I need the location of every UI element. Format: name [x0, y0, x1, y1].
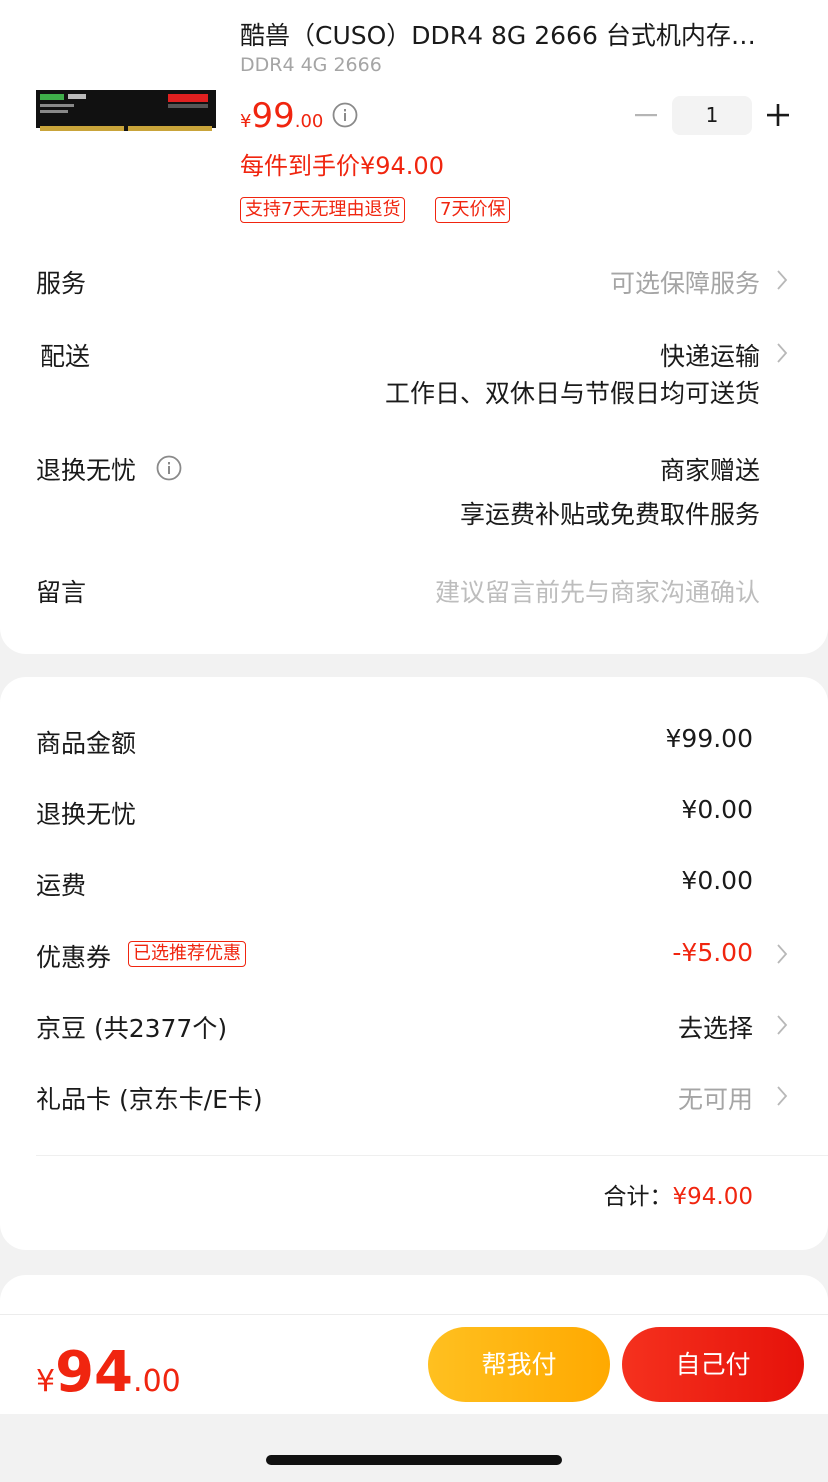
price-decimal: .00 [294, 111, 324, 132]
shipping-value: ¥0.00 [681, 866, 753, 895]
plus-icon[interactable] [764, 101, 792, 129]
total-value: ¥94.00 [672, 1184, 753, 1210]
goods-amount-label: 商品金额 [36, 729, 137, 758]
gift-card-value[interactable]: 无可用 [678, 1080, 753, 1116]
price-integer: 99 [251, 96, 295, 136]
coupon-value[interactable]: -¥5.00 [672, 938, 753, 967]
service-label: 服务 [36, 269, 87, 298]
product-price: ¥99.00 [240, 96, 323, 136]
chevron-right-icon[interactable] [776, 269, 788, 291]
chevron-right-icon[interactable] [776, 1014, 788, 1036]
delivery-subtext: 工作日、双休日与节假日均可送货 [384, 379, 760, 408]
bottom-price-currency: ¥ [36, 1364, 56, 1399]
message-input[interactable]: 建议留言前先与商家沟通确认 [435, 573, 760, 609]
divider [36, 1155, 828, 1156]
gift-card-label: 礼品卡 (京东卡/E卡) [36, 1085, 263, 1114]
info-icon[interactable] [332, 102, 358, 128]
return-policy-tag: 支持7天无理由退货 [240, 197, 406, 223]
shipping-label: 运费 [36, 871, 87, 900]
bottom-total-price: ¥94.00 [36, 1340, 181, 1405]
service-value[interactable]: 可选保障服务 [610, 264, 760, 300]
price-currency: ¥ [240, 111, 252, 132]
coupon-label: 优惠券 [36, 943, 112, 972]
arrival-price: 每件到手价¥94.00 [240, 152, 444, 180]
product-spec: DDR4 4G 2666 [240, 54, 382, 76]
bottom-price-integer: 94 [55, 1340, 134, 1405]
delivery-label: 配送 [40, 342, 91, 371]
product-thumbnail[interactable] [36, 88, 216, 132]
goods-amount-value: ¥99.00 [665, 724, 753, 753]
message-label: 留言 [36, 578, 87, 607]
total-label: 合计： [603, 1184, 673, 1210]
home-indicator [266, 1455, 562, 1465]
chevron-right-icon[interactable] [776, 943, 788, 965]
jingdou-label: 京豆 (共2377个) [36, 1014, 228, 1043]
return-value: 商家赠送 [659, 456, 760, 485]
chevron-right-icon[interactable] [776, 1085, 788, 1107]
delivery-value[interactable]: 快递运输 [660, 337, 760, 373]
product-title[interactable]: 酷兽（CUSO）DDR4 8G 2666 台式机内存… [240, 16, 756, 52]
order-total: 合计：¥94.00 [604, 1177, 753, 1211]
return-label: 退换无忧 [36, 456, 137, 485]
coupon-tag: 已选推荐优惠 [128, 941, 246, 967]
minus-icon[interactable] [633, 101, 659, 129]
quantity-input[interactable]: 1 [672, 96, 752, 135]
chevron-right-icon[interactable] [776, 342, 788, 364]
return-subtext: 享运费补贴或免费取件服务 [459, 500, 760, 529]
help-pay-button[interactable]: 帮我付 [428, 1327, 610, 1402]
info-icon[interactable] [156, 455, 182, 481]
price-protect-tag: 7天价保 [435, 197, 511, 223]
self-pay-button[interactable]: 自己付 [622, 1327, 804, 1402]
return-worry-value: ¥0.00 [681, 795, 753, 824]
jingdou-value[interactable]: 去选择 [678, 1009, 753, 1045]
return-worry-label: 退换无忧 [36, 800, 137, 829]
bottom-price-decimal: .00 [133, 1364, 181, 1399]
